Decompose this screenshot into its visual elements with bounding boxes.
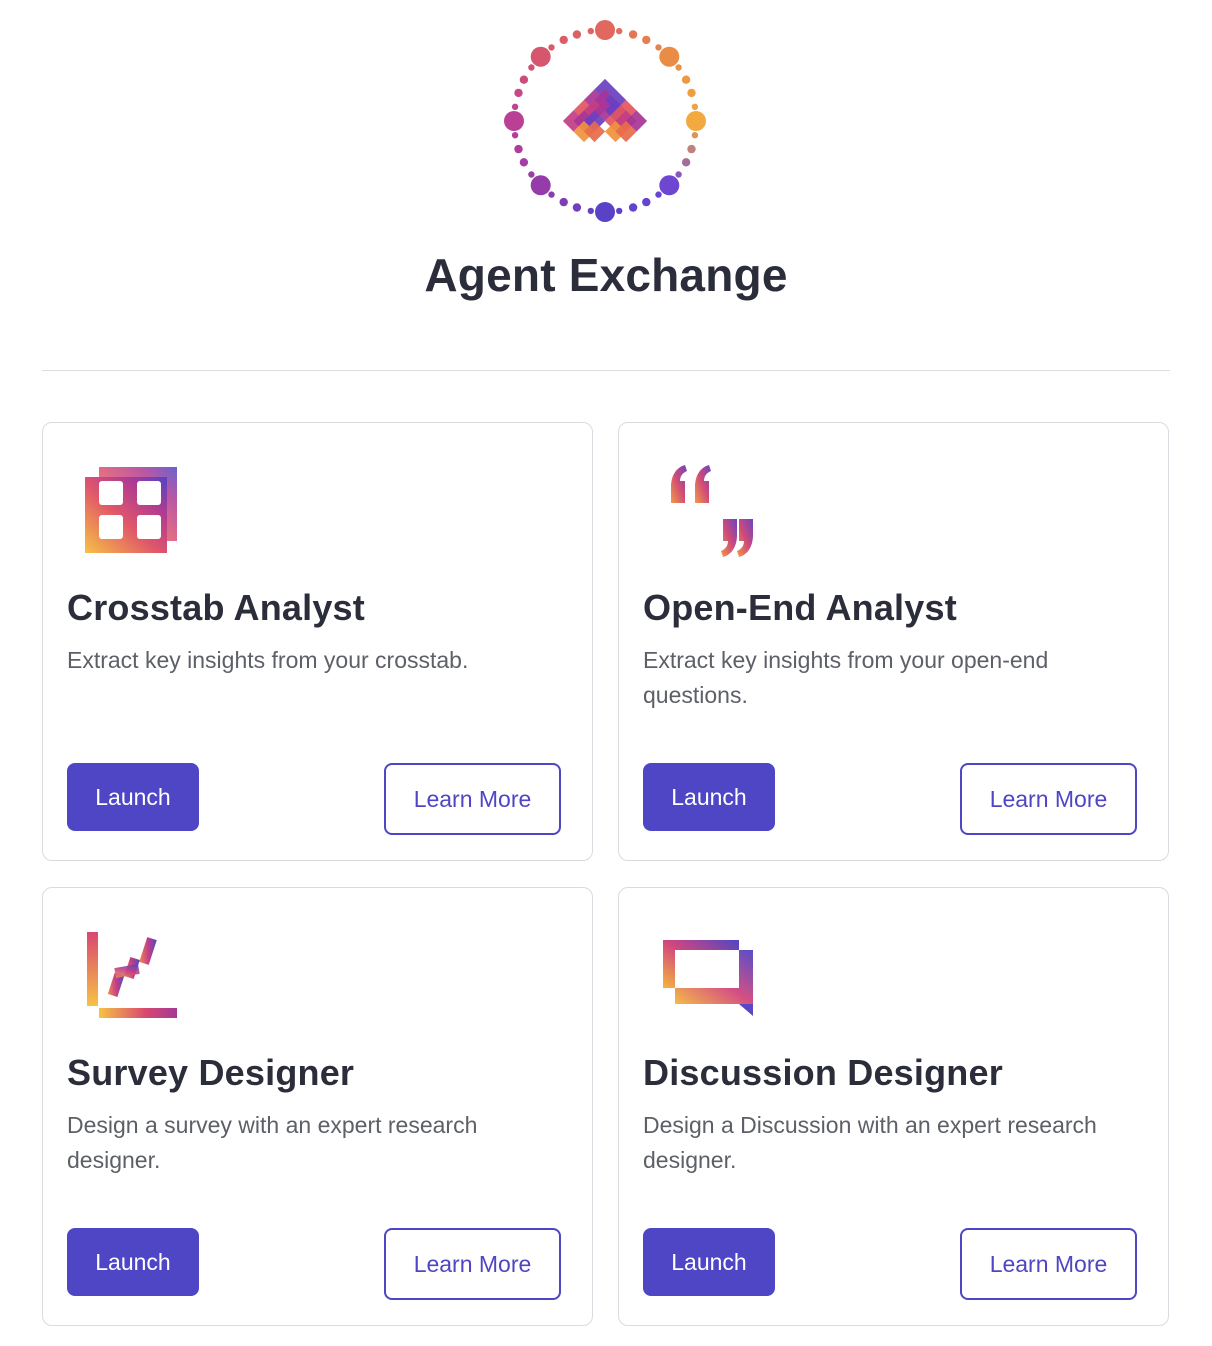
header: Agent Exchange (0, 0, 1212, 370)
card-title: Survey Designer (67, 1052, 355, 1093)
learn-more-button[interactable]: Learn More (960, 1228, 1137, 1300)
launch-button[interactable]: Launch (67, 763, 199, 831)
crosstab-grid-icon (85, 467, 177, 553)
card-description: Extract key insights from your crosstab. (67, 647, 469, 673)
card-survey-designer: Survey Designer Design a survey with an … (42, 887, 593, 1326)
launch-button[interactable]: Launch (643, 1228, 775, 1296)
card-title: Crosstab Analyst (67, 587, 365, 628)
card-description: Extract key insights from your open-end … (643, 647, 1049, 708)
card-title: Open-End Analyst (643, 587, 957, 628)
card-open-end-analyst: Open-End Analyst Extract key insights fr… (618, 422, 1169, 861)
card-description: Design a Discussion with an expert resea… (643, 1112, 1097, 1173)
agent-exchange-page: Agent Exchange Crosstab Analyst Extract … (0, 0, 1212, 1346)
learn-more-button[interactable]: Learn More (960, 763, 1137, 835)
learn-more-button[interactable]: Learn More (384, 1228, 561, 1300)
card-crosstab-analyst: Crosstab Analyst Extract key insights fr… (42, 422, 593, 861)
header-divider (42, 370, 1170, 371)
quote-marks-icon (671, 465, 753, 557)
trend-chart-icon (87, 932, 177, 1018)
card-discussion-designer: Discussion Designer Design a Discussion … (618, 887, 1169, 1326)
launch-button[interactable]: Launch (67, 1228, 199, 1296)
card-description: Design a survey with an expert research … (67, 1112, 478, 1173)
chat-bubble-icon (663, 940, 753, 1016)
card-title: Discussion Designer (643, 1052, 1003, 1093)
agent-exchange-logo-icon (504, 20, 706, 222)
app-title: Agent Exchange (424, 249, 788, 301)
launch-button[interactable]: Launch (643, 763, 775, 831)
learn-more-button[interactable]: Learn More (384, 763, 561, 835)
